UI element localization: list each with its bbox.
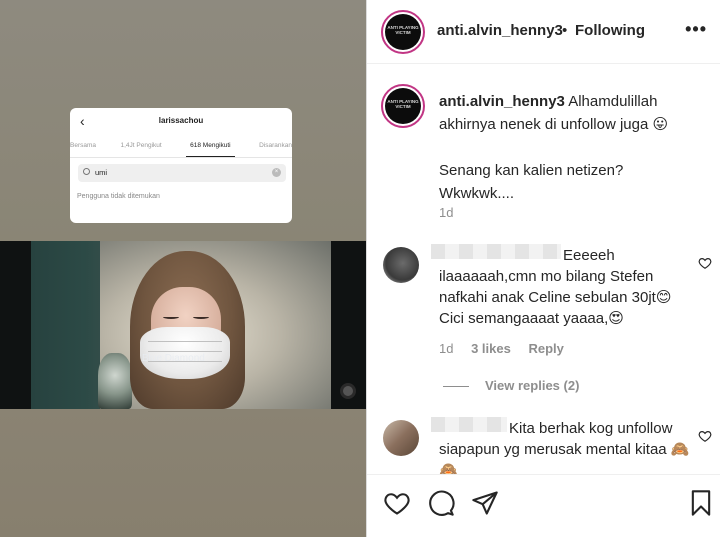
avatar-logo: ANTI PLAYING VICTIM	[385, 14, 421, 50]
comment-avatar[interactable]	[383, 247, 419, 283]
media-background-bottom	[0, 409, 366, 537]
bookmark-icon[interactable]	[687, 489, 715, 517]
screenshot-tabs: Bersama 1,4Jt Pengikut 618 Mengikuti Dis…	[70, 136, 292, 158]
eye-left	[163, 315, 179, 319]
separator-dot: •	[562, 22, 568, 39]
avatar-logo: ANTI PLAYING VICTIM	[385, 88, 421, 124]
search-icon	[83, 168, 90, 175]
caption-text-line3: Wkwkwk....	[439, 185, 514, 202]
like-comment-heart-icon[interactable]	[698, 256, 712, 270]
post-sidebar: ANTI PLAYING VICTIM anti.alvin_henny3 • …	[366, 0, 720, 537]
comment-meta: 1d 3 likes Reply	[439, 341, 578, 356]
header-username[interactable]: anti.alvin_henny3	[437, 22, 563, 39]
post-header: ANTI PLAYING VICTIM anti.alvin_henny3 • …	[367, 0, 720, 64]
following-button[interactable]: Following	[575, 22, 645, 39]
post-actions-bar	[367, 474, 720, 537]
video-watermark: Blue Diamond	[142, 353, 205, 364]
more-options-icon[interactable]: •••	[685, 20, 707, 38]
video-plant	[98, 353, 132, 409]
caption-avatar[interactable]: ANTI PLAYING VICTIM	[381, 84, 425, 128]
post-caption: anti.alvin_henny3 Alhamdulillah akhirnya…	[439, 90, 711, 205]
comment-text: Kita berhak kog unfollow siapapun yg mer…	[439, 420, 690, 479]
comment-likes[interactable]: 3 likes	[471, 341, 511, 356]
screenshot-tab-mengikuti: 618 Mengikuti	[186, 136, 235, 157]
comment-icon[interactable]	[427, 489, 455, 517]
caption-text-line2: Senang kan kalien netizen?	[439, 162, 624, 179]
screenshot-tab-disarankan: Disarankan	[259, 142, 292, 149]
clear-icon: ×	[272, 168, 281, 177]
post-media[interactable]: ‹ larissachou Bersama 1,4Jt Pengikut 618…	[0, 0, 366, 537]
comment-text: Eeeeeh ilaaaaaah,cmn mo bilang Stefen na…	[439, 247, 672, 327]
screenshot-tab-bersama: Bersama	[70, 142, 97, 149]
view-replies-button[interactable]: View replies (2)	[485, 378, 579, 393]
screenshot-username: larissachou	[158, 116, 204, 125]
reply-button[interactable]: Reply	[528, 341, 563, 356]
embedded-screenshot-card: ‹ larissachou Bersama 1,4Jt Pengikut 618…	[70, 108, 292, 223]
video-frame[interactable]: Blue Diamond	[0, 241, 366, 409]
eye-right	[193, 315, 209, 319]
screenshot-tab-pengikut: 1,4Jt Pengikut	[120, 142, 162, 149]
caption-username[interactable]: anti.alvin_henny3	[439, 93, 565, 110]
screenshot-header: ‹ larissachou	[70, 108, 292, 136]
screenshot-search-value: umi	[95, 168, 108, 177]
heart-icon[interactable]	[383, 489, 411, 517]
screenshot-empty-text: Pengguna tidak ditemukan	[77, 193, 160, 200]
replies-divider	[443, 386, 469, 387]
share-icon[interactable]	[471, 489, 499, 517]
like-comment-heart-icon[interactable]	[698, 429, 712, 443]
screenshot-search-field: umi ×	[78, 164, 286, 182]
record-dot-icon	[340, 383, 356, 399]
avatar[interactable]: ANTI PLAYING VICTIM	[381, 10, 425, 54]
caption-timestamp: 1d	[439, 205, 454, 220]
comment-time: 1d	[439, 341, 454, 356]
comment-avatar[interactable]	[383, 420, 419, 456]
